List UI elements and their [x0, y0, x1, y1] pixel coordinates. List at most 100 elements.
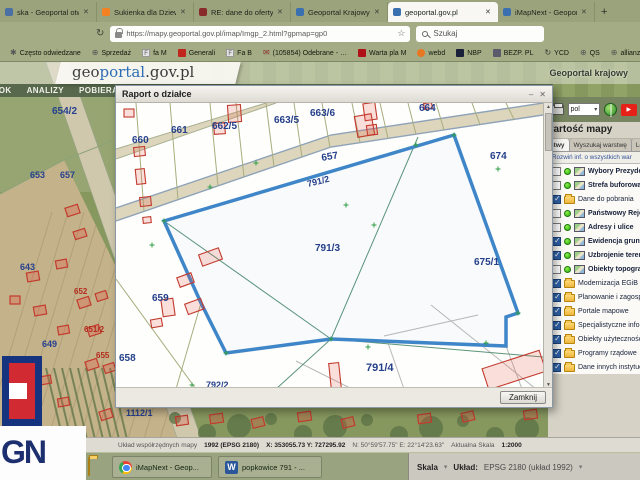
language-select[interactable]: pol▾ — [568, 103, 601, 116]
browser-tab[interactable]: ska - Geoportal otwart✕ — [0, 2, 97, 22]
skala-dropdown-icon[interactable]: ▾ — [444, 463, 448, 471]
layer-row[interactable]: Wybory Prezydenckie — [548, 164, 640, 178]
bookmark-item[interactable]: NBP — [456, 49, 481, 57]
layer-checkbox[interactable] — [552, 279, 561, 288]
bookmark-label: BEZP. PL — [504, 50, 534, 57]
layer-row[interactable]: Dane do pobrania — [548, 192, 640, 206]
layer-checkbox[interactable] — [552, 195, 561, 204]
layer-row[interactable]: Dane innych instytucji — [548, 360, 640, 374]
bookmark-item[interactable]: Generali — [178, 49, 215, 57]
map-layer-icon — [574, 209, 585, 218]
layer-row[interactable]: Modernizacja EGiB — [548, 276, 640, 290]
browser-tab[interactable]: geoportal.gov.pl✕ — [388, 2, 498, 22]
scroll-up-icon[interactable]: ▲ — [544, 104, 553, 110]
tab-close-icon[interactable]: ✕ — [180, 8, 188, 16]
layer-checkbox[interactable] — [552, 181, 561, 190]
layer-label: Dane do pobrania — [578, 196, 634, 203]
layer-checkbox[interactable] — [552, 321, 561, 330]
bookmark-item[interactable]: ⊕QS — [580, 49, 600, 57]
bookmark-item[interactable]: ⊕allianz — [611, 49, 640, 57]
layer-row[interactable]: Państwowy Rejestr G — [548, 206, 640, 220]
menu-item[interactable]: WIDOK — [0, 86, 12, 95]
bookmark-item[interactable]: ↻YCD — [544, 49, 568, 57]
layer-checkbox[interactable] — [552, 167, 561, 176]
bookmark-item[interactable]: ✉(105854) Odebrane - … — [263, 49, 347, 57]
bookmark-item[interactable]: webd — [417, 49, 445, 57]
layer-row[interactable]: Adresy i ulice — [548, 220, 640, 234]
folder-icon — [564, 336, 575, 344]
layer-row[interactable]: Ewidencja gruntów i b — [548, 234, 640, 248]
svg-text:661: 661 — [171, 125, 188, 136]
new-tab-button[interactable]: + — [595, 2, 613, 22]
modal-titlebar[interactable]: Raport o działce – ✕ — [116, 86, 552, 103]
bookmark-item[interactable]: Ffa M — [142, 49, 167, 57]
tab-close-icon[interactable]: ✕ — [581, 8, 589, 16]
scale-value: 1:2000 — [502, 442, 522, 449]
url-bar[interactable]: https://mapy.geoportal.gov.pl/imap/Imgp_… — [110, 26, 410, 42]
geoportal-logo[interactable]: geoportal.gov.pl — [72, 63, 194, 81]
minimize-icon[interactable]: – — [529, 90, 533, 99]
sidebar-tab[interactable]: Wyszukaj warstwę — [570, 139, 632, 151]
bookmark-item[interactable]: FFa B — [226, 49, 252, 57]
sidebar-tab[interactable]: Legenda — [632, 139, 640, 151]
layer-checkbox[interactable] — [552, 251, 561, 260]
tab-close-icon[interactable]: ✕ — [277, 8, 285, 16]
bookmark-star-icon[interactable]: ☆ — [397, 28, 405, 39]
browser-tab[interactable]: RE: dane do oferty ubezp✕ — [194, 2, 291, 22]
bookmark-label: Generali — [189, 50, 215, 57]
layer-checkbox[interactable] — [552, 237, 561, 246]
bookmarks-bar: ✱Często odwiedzane ⊕Sprzedaż Ffa M Generali… — [0, 45, 640, 62]
tab-close-icon[interactable]: ✕ — [485, 8, 493, 16]
parcel-report-map[interactable]: 660661662/5663/5663/6664657674791/2791/3… — [116, 103, 543, 389]
taskbar-chrome-window[interactable]: iMapNext - Geop... — [112, 456, 212, 478]
bookmark-item[interactable]: Warta pla M — [358, 49, 406, 57]
browser-tab[interactable]: Sukienka dla Dziewczynki ✕ — [97, 2, 194, 22]
layer-checkbox[interactable] — [552, 363, 561, 372]
menu-item[interactable]: ANALIZY — [27, 86, 64, 95]
tab-label: Sukienka dla Dziewczynki — [114, 8, 176, 17]
taskbar-folder-icon[interactable] — [88, 457, 90, 476]
layer-row[interactable]: Portale mapowe — [548, 304, 640, 318]
layer-checkbox[interactable] — [552, 223, 561, 232]
bookmark-item[interactable]: ⊕Sprzedaż — [92, 49, 131, 57]
browser-tab[interactable]: Geoportal Krajowy – Geop✕ — [291, 2, 388, 22]
bookmark-item[interactable]: ✱Często odwiedzane — [10, 49, 81, 57]
letter-tile-icon: F — [226, 49, 234, 57]
reload-icon[interactable]: ↻ — [96, 28, 104, 39]
taskbar-word-window[interactable]: W popkowice 791 - ... — [218, 456, 322, 478]
layer-row[interactable]: Obiekty topograficzn — [548, 262, 640, 276]
uklad-dropdown-icon[interactable]: ▾ — [579, 463, 583, 471]
browser-tab[interactable]: iMapNext - Geoportal✕ — [498, 2, 595, 22]
zamknij-button[interactable]: Zamknij — [500, 391, 546, 404]
layer-checkbox[interactable] — [552, 209, 561, 218]
layer-row[interactable]: Programy rządowe — [548, 346, 640, 360]
youtube-icon[interactable]: ▶ — [621, 104, 637, 116]
layer-checkbox[interactable] — [552, 349, 561, 358]
map-layer-icon — [574, 237, 585, 246]
parcel-report-modal: Raport o działce – ✕ 660661662/5663/5663… — [115, 85, 553, 408]
uklad-label: Układ: — [453, 463, 477, 472]
layer-row[interactable]: Specjalistyczne informacj — [548, 318, 640, 332]
layer-row[interactable]: Strefa buforowa przy — [548, 178, 640, 192]
tab-close-icon[interactable]: ✕ — [83, 8, 91, 16]
svg-text:651/2: 651/2 — [84, 325, 105, 334]
folder-icon — [564, 294, 575, 302]
layer-status-dot — [564, 182, 571, 189]
ign-logo-watermark: GN — [0, 356, 88, 480]
expand-all-layers-link[interactable]: Rozwiń inf. o wszystkich war — [548, 152, 640, 164]
layer-checkbox[interactable] — [552, 307, 561, 316]
layer-row[interactable]: Uzbrojenie terenu — [548, 248, 640, 262]
layer-label: Specjalistyczne informacj — [578, 322, 640, 329]
globe-icon[interactable] — [604, 103, 617, 116]
close-icon[interactable]: ✕ — [539, 90, 546, 99]
layer-checkbox[interactable] — [552, 335, 561, 344]
tab-close-icon[interactable]: ✕ — [374, 8, 382, 16]
layer-checkbox[interactable] — [552, 293, 561, 302]
search-box[interactable]: Szukaj — [416, 26, 544, 42]
layer-row[interactable]: Planowanie i zagospoda — [548, 290, 640, 304]
layer-row[interactable]: Obiekty użyteczności pub — [548, 332, 640, 346]
scrollbar-thumb[interactable] — [545, 113, 552, 151]
bookmark-item[interactable]: BEZP. PL — [493, 49, 534, 57]
modal-scrollbar[interactable]: ▲ ▼ — [543, 103, 552, 389]
layer-checkbox[interactable] — [552, 265, 561, 274]
